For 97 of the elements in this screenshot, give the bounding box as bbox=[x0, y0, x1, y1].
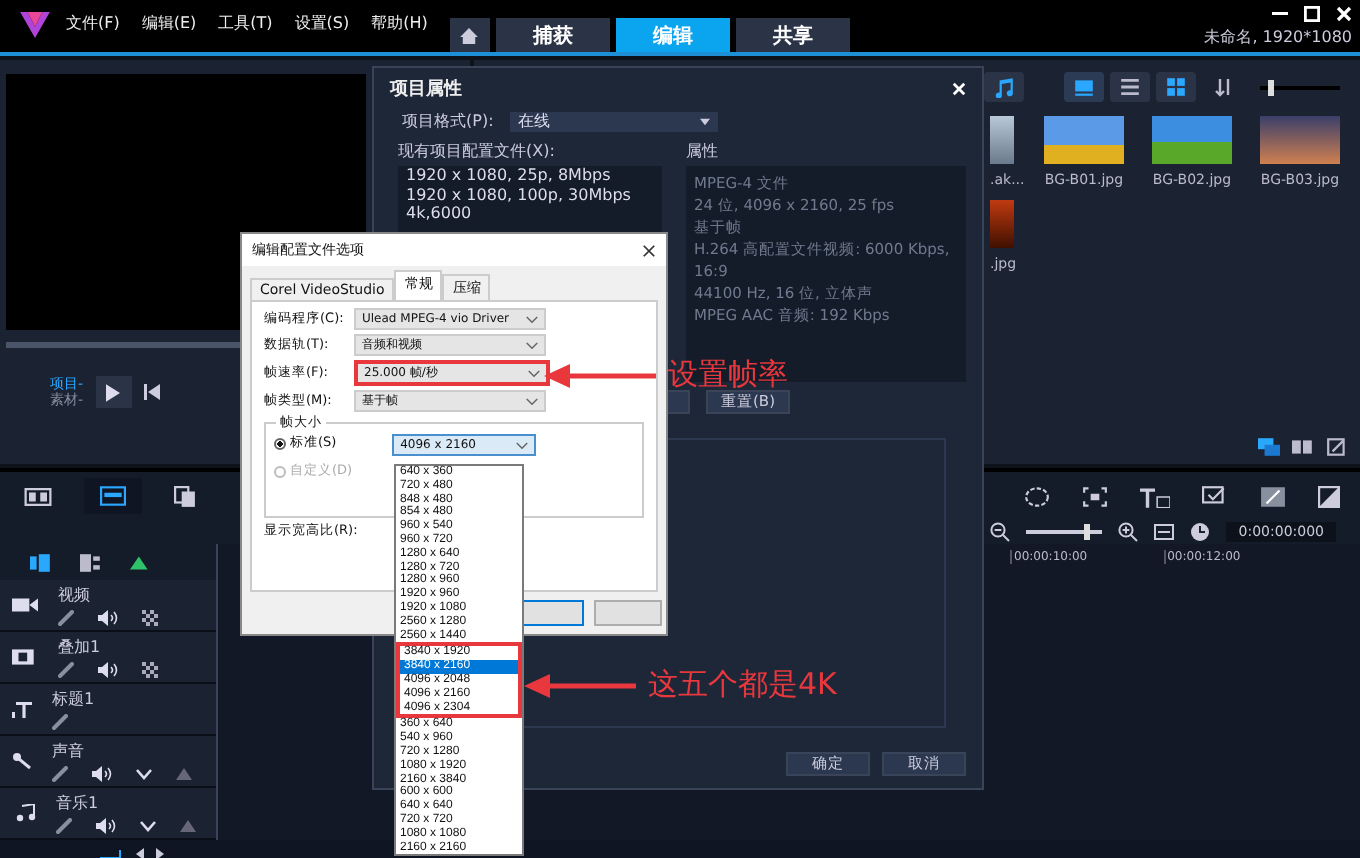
overlay-icon bbox=[12, 648, 38, 666]
track-name: 叠加1 bbox=[58, 636, 103, 658]
link-icon[interactable] bbox=[52, 714, 68, 730]
track-header[interactable]: 音乐1 bbox=[0, 788, 216, 840]
mosaic-icon[interactable] bbox=[142, 610, 158, 626]
scroll-right-icon[interactable] bbox=[156, 848, 164, 858]
track-name: 视频 bbox=[58, 584, 92, 606]
copy-icon[interactable] bbox=[174, 485, 196, 507]
grid-icon[interactable] bbox=[1156, 72, 1196, 102]
track-header[interactable]: 声音 bbox=[0, 736, 216, 788]
track-name: 标题1 bbox=[52, 688, 97, 710]
view-mode-icon[interactable] bbox=[1258, 438, 1280, 456]
profile-item[interactable]: 1920 x 1080, 25p, 8Mbps bbox=[406, 166, 654, 185]
tile-icon[interactable] bbox=[1202, 485, 1228, 507]
home-tab[interactable] bbox=[449, 18, 490, 52]
track-header[interactable]: 视频 bbox=[0, 580, 216, 632]
profile-item[interactable]: 1920 x 1080, 100p, 30Mbps bbox=[406, 185, 654, 204]
menu-item[interactable]: 文件(F) bbox=[66, 12, 120, 34]
track-manager-icon[interactable] bbox=[30, 553, 52, 571]
dropdown-arrow-icon bbox=[699, 117, 710, 125]
field-label: 属性 bbox=[686, 140, 720, 162]
title-3d-icon[interactable] bbox=[1140, 485, 1170, 507]
text-icon bbox=[12, 700, 32, 718]
zoom-out-icon[interactable] bbox=[990, 522, 1011, 542]
timeline-view-button[interactable] bbox=[84, 478, 142, 514]
lasso-icon[interactable] bbox=[1024, 485, 1050, 507]
photo-placeholder[interactable] bbox=[990, 200, 1014, 248]
chevron-down-icon[interactable] bbox=[136, 768, 152, 780]
mode-tab[interactable]: 共享 bbox=[735, 18, 850, 52]
home-icon bbox=[460, 27, 479, 43]
timeline-icon bbox=[100, 486, 126, 506]
track-header[interactable]: 标题1 bbox=[0, 684, 216, 736]
arrow-drawing bbox=[544, 363, 656, 387]
skip-start-icon[interactable] bbox=[143, 384, 160, 400]
chevron-down-icon bbox=[516, 441, 529, 449]
adjust-icon[interactable] bbox=[1318, 485, 1340, 507]
play-icon bbox=[106, 383, 121, 401]
close-icon[interactable] bbox=[642, 243, 656, 257]
field-label: 现有项目配置文件(X): bbox=[398, 140, 557, 162]
slider-handle[interactable] bbox=[1268, 79, 1274, 95]
video-camera-icon bbox=[12, 596, 38, 614]
chevron-down-icon bbox=[528, 369, 540, 377]
view-icon[interactable] bbox=[1064, 72, 1104, 102]
marker-icon[interactable] bbox=[130, 553, 152, 571]
maximize-icon[interactable] bbox=[1304, 6, 1320, 22]
menu-item[interactable]: 编辑(E) bbox=[141, 12, 197, 34]
edit-icon[interactable] bbox=[1326, 438, 1348, 456]
chevron-down-icon bbox=[526, 397, 538, 405]
track-name: 声音 bbox=[52, 740, 86, 762]
scroll-to-icon[interactable] bbox=[100, 848, 124, 858]
storyboard-icon[interactable] bbox=[24, 487, 52, 505]
link-icon[interactable] bbox=[58, 610, 74, 626]
split-icon[interactable] bbox=[1292, 438, 1314, 456]
link-icon[interactable] bbox=[52, 766, 68, 782]
speaker-icon[interactable] bbox=[98, 610, 118, 626]
annotation-text: 这五个都是4K bbox=[648, 666, 837, 704]
triangle-icon[interactable] bbox=[176, 768, 192, 780]
chevron-down-icon[interactable] bbox=[140, 820, 156, 832]
music-icon bbox=[12, 804, 36, 822]
speaker-icon[interactable] bbox=[98, 662, 118, 678]
chapter-icon[interactable] bbox=[80, 553, 102, 571]
sort-icon[interactable] bbox=[1214, 76, 1234, 98]
photo-placeholder[interactable] bbox=[990, 116, 1014, 164]
mosaic-icon[interactable] bbox=[142, 662, 158, 678]
logo-icon bbox=[20, 12, 50, 38]
chevron-down-icon bbox=[526, 341, 538, 349]
mode-tab[interactable]: 捕获 bbox=[495, 18, 610, 52]
annotation-text: 设置帧率 bbox=[668, 356, 788, 393]
track-header[interactable]: 叠加1 bbox=[0, 632, 216, 684]
menu-item[interactable]: 设置(S) bbox=[294, 12, 350, 34]
list-icon[interactable] bbox=[1110, 72, 1150, 102]
profile-item[interactable]: 4k,6000 bbox=[406, 204, 654, 223]
play-button[interactable] bbox=[95, 376, 132, 408]
project-format-dropdown[interactable]: 在线 bbox=[509, 111, 718, 131]
field-label: 项目格式(P): bbox=[402, 110, 494, 132]
dialog-title: 项目属性 bbox=[390, 77, 462, 102]
link-icon[interactable] bbox=[58, 662, 74, 678]
menu-item[interactable]: 帮助(H) bbox=[371, 12, 428, 34]
menu-item[interactable]: 工具(T) bbox=[218, 12, 273, 34]
frame-capture-icon[interactable] bbox=[1082, 485, 1108, 507]
fit-icon[interactable] bbox=[1154, 524, 1175, 540]
music-note-icon[interactable] bbox=[984, 72, 1024, 102]
project-info: 未命名, 1920*1080 bbox=[1204, 26, 1352, 48]
slider-handle[interactable] bbox=[1083, 524, 1090, 540]
image-edit-icon[interactable] bbox=[1260, 485, 1286, 507]
chevron-down-icon bbox=[526, 315, 538, 323]
track-name: 音乐1 bbox=[56, 792, 101, 814]
clock-icon[interactable] bbox=[1190, 522, 1211, 542]
speaker-icon[interactable] bbox=[96, 818, 116, 834]
zoom-in-icon[interactable] bbox=[1118, 522, 1139, 542]
arrow-drawing bbox=[524, 673, 636, 697]
microphone-icon bbox=[12, 752, 32, 770]
scroll-left-icon[interactable] bbox=[136, 848, 144, 858]
link-icon[interactable] bbox=[56, 818, 72, 834]
triangle-icon[interactable] bbox=[180, 820, 196, 832]
photo-placeholder[interactable] bbox=[1260, 116, 1340, 164]
speaker-icon[interactable] bbox=[92, 766, 112, 782]
